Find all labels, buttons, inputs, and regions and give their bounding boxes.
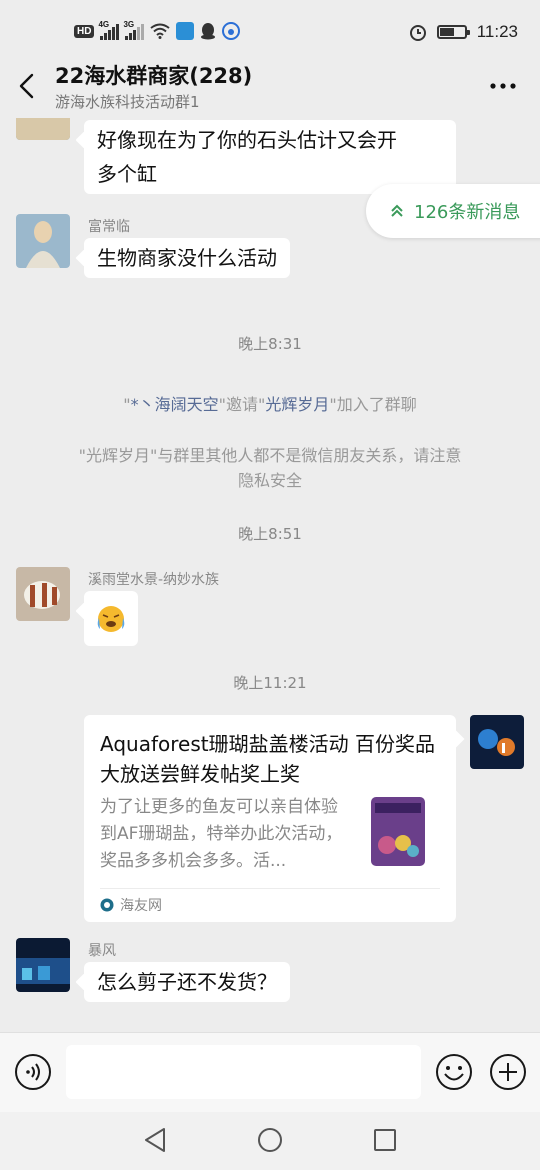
user-link[interactable]: *丶海阔天空	[131, 395, 219, 414]
chevron-left-icon[interactable]	[14, 72, 42, 100]
crying-emoji-icon	[97, 606, 125, 632]
new-messages-button[interactable]: 126条新消息	[366, 184, 540, 238]
clock: 11:23	[476, 22, 518, 41]
link-card-description: 为了让更多的鱼友可以亲自体验到AF珊瑚盐，特举办此次活动，奖品多多机会多多。活.…	[100, 797, 343, 871]
chat-subtitle: 游海水族科技活动群1	[55, 93, 200, 111]
user-link[interactable]: 光辉岁月	[265, 395, 329, 414]
message-bubble[interactable]: 生物商家没什么活动	[84, 238, 290, 278]
privacy-notice: "光辉岁月"与群里其他人都不是微信朋友关系，请注意 隐私安全	[78, 446, 462, 490]
sender-name: 暴风	[88, 943, 116, 959]
link-card-title: Aquaforest珊瑚盐盖楼活动 百份奖品大放送尝鲜发帖奖上奖	[100, 732, 435, 786]
avatar[interactable]	[16, 118, 70, 140]
message-list[interactable]: 好像现在为了你的石头估计又会开 多个缸 126条新消息 富常临 生物商家没什么活…	[0, 118, 540, 1032]
timestamp: 晚上11:21	[233, 674, 307, 692]
timestamp: 晚上8:51	[238, 525, 302, 543]
sender-name: 富常临	[88, 219, 130, 235]
message-bubble[interactable]	[84, 591, 138, 646]
nav-back-icon[interactable]	[142, 1126, 168, 1154]
baidu-icon	[222, 22, 241, 40]
nav-recent-apps-icon[interactable]	[372, 1127, 398, 1153]
plus-icon[interactable]	[489, 1053, 527, 1091]
battery-icon	[436, 25, 470, 39]
message-bubble[interactable]: 怎么剪子还不发货？	[84, 962, 290, 1002]
emoji-icon[interactable]	[435, 1053, 473, 1091]
message-bubble[interactable]: 好像现在为了你的石头估计又会开 多个缸	[84, 120, 456, 194]
sender-name: 溪雨堂水景-纳妙水族	[88, 572, 220, 588]
hd-icon: HD	[74, 24, 95, 38]
signal-icon: 4G	[98, 20, 120, 40]
more-icon[interactable]	[488, 72, 518, 100]
double-chevron-up-icon	[391, 204, 403, 217]
timestamp: 晚上8:31	[238, 335, 302, 353]
status-bar: HD 4G 3G 11:23	[0, 0, 540, 62]
signal-icon: 3G	[123, 20, 145, 40]
link-card-source: 海友网	[100, 895, 162, 915]
product-thumbnail	[371, 797, 425, 866]
system-nav-bar	[0, 1112, 540, 1170]
avatar[interactable]	[16, 214, 70, 268]
my-avatar[interactable]	[470, 715, 524, 769]
wifi-icon	[150, 23, 171, 39]
voice-input-icon[interactable]	[14, 1053, 52, 1091]
app-notification-icon	[176, 22, 195, 40]
message-input[interactable]	[66, 1045, 421, 1099]
avatar[interactable]	[16, 938, 70, 992]
avatar[interactable]	[16, 567, 70, 621]
site-logo-icon	[100, 898, 114, 912]
system-message: "*丶海阔天空"邀请"光辉岁月"加入了群聊	[123, 395, 417, 414]
chat-title[interactable]: 22海水群商家(228)	[55, 60, 252, 90]
chat-header: 22海水群商家(228) 游海水族科技活动群1	[0, 58, 540, 118]
link-card[interactable]: Aquaforest珊瑚盐盖楼活动 百份奖品大放送尝鲜发帖奖上奖 为了让更多的鱼…	[84, 715, 456, 922]
nav-home-icon[interactable]	[256, 1126, 284, 1154]
alarm-icon	[409, 25, 426, 41]
input-bar	[0, 1032, 540, 1112]
qq-icon	[201, 23, 216, 40]
